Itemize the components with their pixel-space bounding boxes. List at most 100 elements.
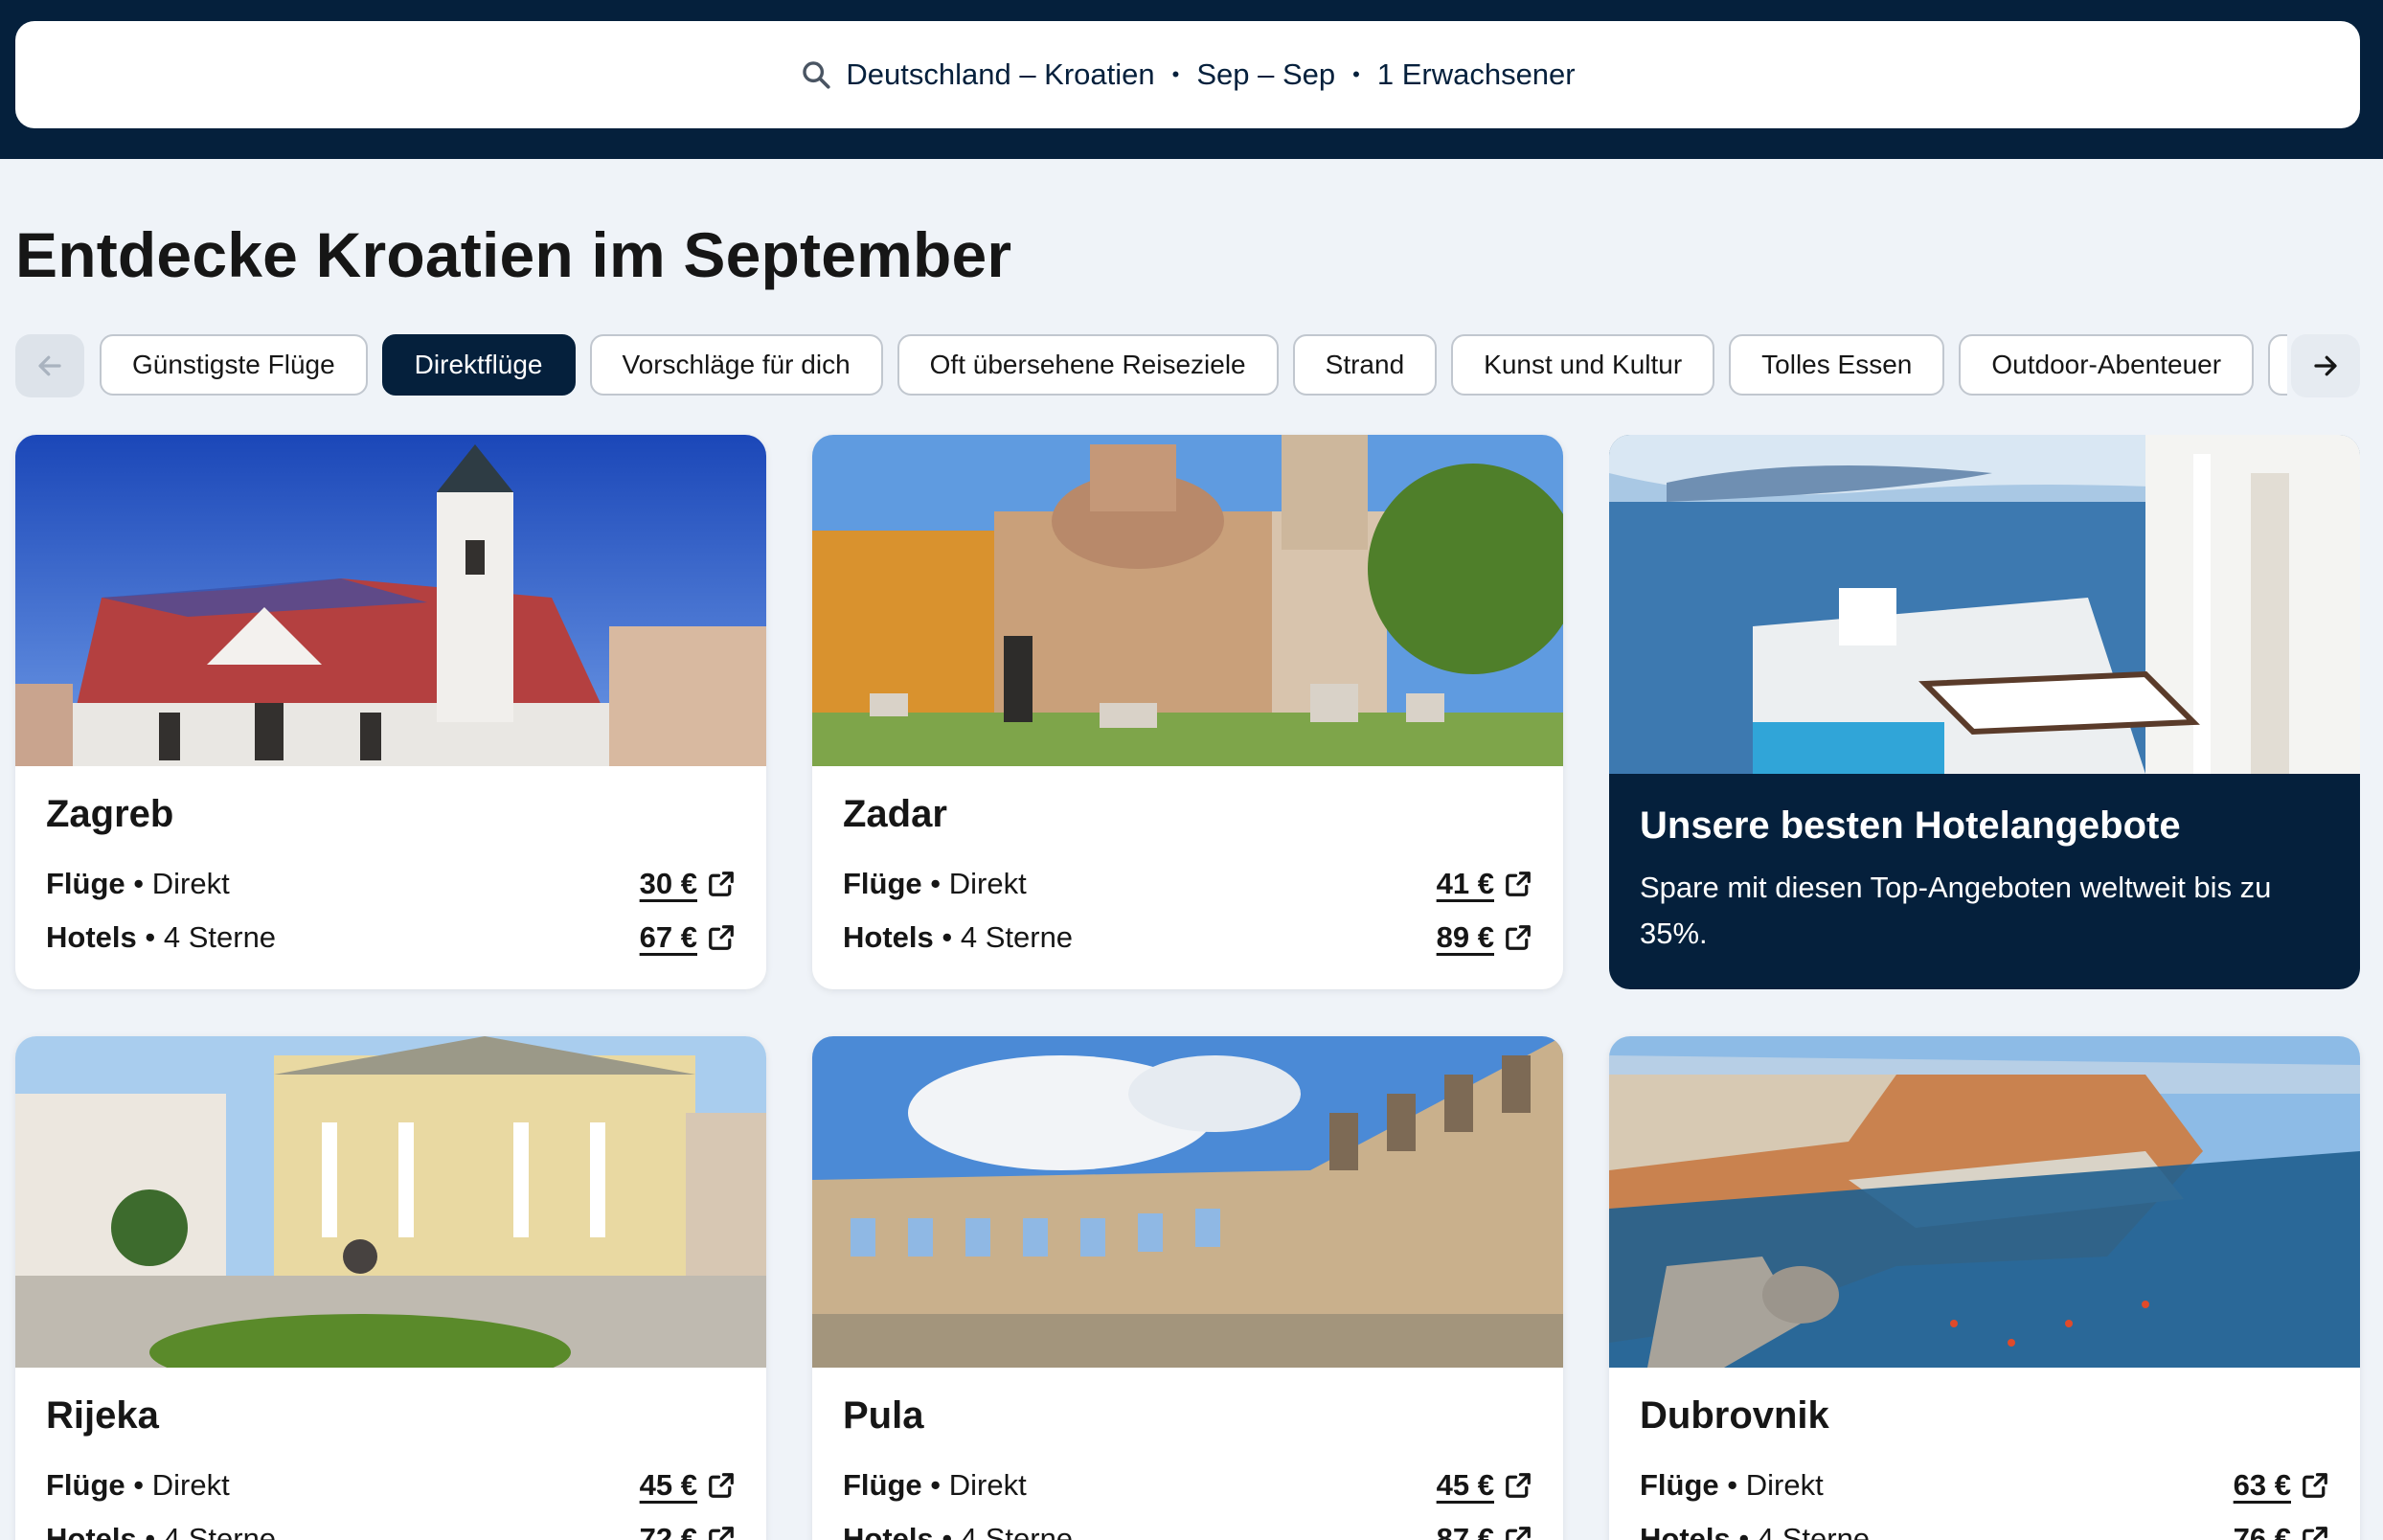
chips-next-button[interactable] <box>2291 334 2360 397</box>
external-link-icon <box>707 870 736 898</box>
separator-dot: • <box>1171 62 1180 86</box>
flight-row: Flüge • Direkt 30 € <box>46 857 736 911</box>
destination-photo <box>15 435 766 766</box>
destination-photo <box>15 1036 766 1368</box>
destination-card-zagreb[interactable]: Zagreb Flüge • Direkt 30 € Hotels • 4 St… <box>15 435 766 989</box>
flight-price-link[interactable]: 45 € <box>1437 1468 1532 1503</box>
arrow-left-icon <box>38 355 61 376</box>
external-link-icon <box>707 923 736 952</box>
hotels-detail: 4 Sterne <box>1757 1522 1871 1540</box>
flight-row: Flüge • Direkt 63 € <box>1640 1459 2329 1512</box>
external-link-icon <box>1504 1471 1532 1500</box>
chip-beach[interactable]: Strand <box>1292 334 1438 396</box>
hotels-label: Hotels <box>46 920 137 954</box>
destination-card-zadar[interactable]: Zadar Flüge • Direkt 41 € Hotels • 4 Ste… <box>812 435 1563 989</box>
external-link-icon <box>1504 1525 1532 1540</box>
separator-dot: • <box>942 1522 953 1540</box>
chip-great-food[interactable]: Tolles Essen <box>1729 334 1945 396</box>
hotels-label: Hotels <box>843 1522 934 1540</box>
hotel-row: Hotels • 4 Sterne 87 € <box>843 1512 1532 1540</box>
city-name: Pula <box>843 1394 924 1437</box>
separator-dot: • <box>1738 1522 1750 1540</box>
page-title: Entdecke Kroatien im September <box>15 219 1012 290</box>
top-header: Deutschland – Kroatien • Sep – Sep • 1 E… <box>0 0 2383 159</box>
destination-card-rijeka[interactable]: Rijeka Flüge • Direkt 45 € Hotels • 4 St… <box>15 1036 766 1540</box>
hotel-row: Hotels • 4 Sterne 72 € <box>46 1512 736 1540</box>
separator-dot: • <box>930 1468 942 1502</box>
hotel-price-link[interactable]: 67 € <box>640 920 736 955</box>
external-link-icon <box>707 1525 736 1540</box>
hotel-price: 67 € <box>639 920 697 954</box>
separator-dot: • <box>145 1522 156 1540</box>
external-link-icon <box>2301 1525 2329 1540</box>
search-dates: Sep – Sep <box>1196 57 1336 91</box>
chip-direct-flights[interactable]: Direktflüge <box>381 334 576 396</box>
flights-label: Flüge <box>843 1468 922 1502</box>
hotel-price-link[interactable]: 76 € <box>2234 1522 2329 1540</box>
flights-label: Flüge <box>46 867 125 900</box>
separator-dot: • <box>1727 1468 1738 1502</box>
chip-suggestions[interactable]: Vorschläge für dich <box>589 334 883 396</box>
external-link-icon <box>1504 923 1532 952</box>
chip-art-culture[interactable]: Kunst und Kultur <box>1451 334 1715 396</box>
promo-text: Spare mit diesen Top-Angeboten weltweit … <box>1640 871 2272 950</box>
hotel-row: Hotels • 4 Sterne 76 € <box>1640 1512 2329 1540</box>
flight-price: 30 € <box>639 867 697 900</box>
flight-price: 45 € <box>639 1468 697 1502</box>
search-summary-bar[interactable]: Deutschland – Kroatien • Sep – Sep • 1 E… <box>15 21 2360 128</box>
external-link-icon <box>707 1471 736 1500</box>
promo-title: Unsere besten Hotelangebote <box>1640 804 2181 847</box>
hotels-detail: 4 Sterne <box>960 920 1074 954</box>
flight-price-link[interactable]: 45 € <box>640 1468 736 1503</box>
flights-detail: Direkt <box>1745 1468 1824 1502</box>
hotel-row: Hotels • 4 Sterne 89 € <box>843 911 1532 964</box>
hotel-price: 87 € <box>1436 1522 1494 1540</box>
promo-photo <box>1609 435 2360 774</box>
flights-detail: Direkt <box>151 867 230 900</box>
flight-row: Flüge • Direkt 45 € <box>46 1459 736 1512</box>
hotels-label: Hotels <box>843 920 934 954</box>
search-route: Deutschland – Kroatien <box>846 57 1155 91</box>
flight-price: 45 € <box>1436 1468 1494 1502</box>
city-name: Zadar <box>843 793 947 835</box>
flight-row: Flüge • Direkt 41 € <box>843 857 1532 911</box>
city-name: Rijeka <box>46 1394 159 1437</box>
destination-card-dubrovnik[interactable]: Dubrovnik Flüge • Direkt 63 € Hotels • 4… <box>1609 1036 2360 1540</box>
flights-detail: Direkt <box>948 1468 1027 1502</box>
destination-photo <box>1609 1036 2360 1368</box>
chip-track: Günstigste Flüge Direktflüge Vorschläge fü… <box>100 334 2287 397</box>
chip-cheapest-flights[interactable]: Günstigste Flüge <box>100 334 368 396</box>
chips-prev-button[interactable] <box>15 334 84 397</box>
destination-card-pula[interactable]: Pula Flüge • Direkt 45 € Hotels • 4 Ster… <box>812 1036 1563 1540</box>
hotels-label: Hotels <box>46 1522 137 1540</box>
separator-dot: • <box>145 920 156 954</box>
flight-row: Flüge • Direkt 45 € <box>843 1459 1532 1512</box>
destination-photo <box>812 435 1563 766</box>
hotel-price-link[interactable]: 87 € <box>1437 1522 1532 1540</box>
filter-chip-bar: Günstigste Flüge Direktflüge Vorschläge fü… <box>15 334 2368 397</box>
hotel-price: 89 € <box>1436 920 1494 954</box>
external-link-icon <box>2301 1471 2329 1500</box>
flights-label: Flüge <box>1640 1468 1719 1502</box>
hotel-price-link[interactable]: 72 € <box>640 1522 736 1540</box>
chip-overlooked-destinations[interactable]: Oft übersehene Reiseziele <box>896 334 1279 396</box>
search-icon <box>800 58 832 91</box>
city-name: Zagreb <box>46 793 174 835</box>
city-name: Dubrovnik <box>1640 1394 1829 1437</box>
hotels-detail: 4 Sterne <box>163 1522 277 1540</box>
flights-detail: Direkt <box>948 867 1027 900</box>
hotel-row: Hotels • 4 Sterne 67 € <box>46 911 736 964</box>
flights-label: Flüge <box>46 1468 125 1502</box>
chip-more[interactable] <box>2268 334 2287 396</box>
chip-outdoor-adventure[interactable]: Outdoor-Abenteuer <box>1959 334 2255 396</box>
hotel-price: 72 € <box>639 1522 697 1540</box>
separator-dot: • <box>133 867 145 900</box>
flight-price-link[interactable]: 30 € <box>640 867 736 901</box>
flight-price-link[interactable]: 41 € <box>1437 867 1532 901</box>
separator-dot: • <box>1352 62 1360 86</box>
hotel-deals-promo-card[interactable]: Unsere besten Hotelangebote Spare mit di… <box>1609 435 2360 989</box>
separator-dot: • <box>942 920 953 954</box>
search-travellers: 1 Erwachsener <box>1376 57 1576 91</box>
hotel-price-link[interactable]: 89 € <box>1437 920 1532 955</box>
flight-price-link[interactable]: 63 € <box>2234 1468 2329 1503</box>
